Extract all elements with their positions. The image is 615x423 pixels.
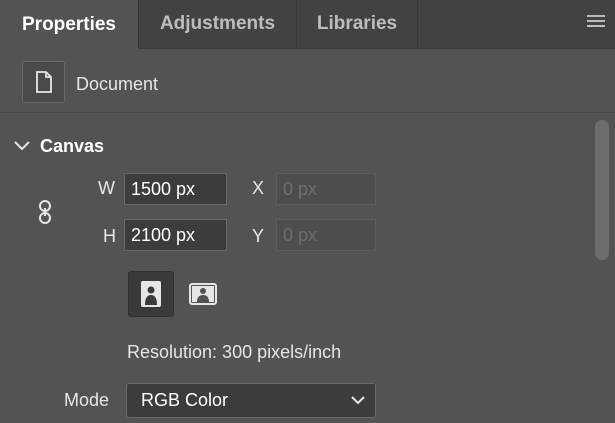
document-icon (35, 71, 52, 93)
mode-label: Mode (64, 390, 110, 410)
y-input[interactable]: 0 px (276, 219, 376, 251)
x-label: X (252, 178, 265, 198)
canvas-section-label: Canvas (40, 135, 105, 156)
tab-libraries[interactable]: Libraries (297, 0, 418, 48)
document-button[interactable] (22, 61, 65, 103)
document-label: Document (76, 74, 159, 94)
mode-select[interactable]: RGB Color (126, 383, 376, 418)
tab-properties[interactable]: Properties (0, 0, 139, 49)
panel-scrollbar-thumb[interactable] (595, 120, 609, 260)
height-label: H (103, 226, 116, 246)
width-label: W (98, 178, 115, 198)
width-input[interactable]: 1500 px (124, 173, 227, 205)
chevron-down-icon (351, 396, 365, 405)
link-chain-icon[interactable] (37, 199, 53, 225)
landscape-orientation-icon (189, 283, 217, 305)
height-input[interactable]: 2100 px (124, 219, 227, 251)
chevron-down-icon (14, 141, 30, 151)
mode-select-value: RGB Color (141, 390, 229, 410)
portrait-orientation-icon (141, 281, 161, 307)
y-label: Y (252, 226, 265, 246)
hamburger-menu-icon[interactable] (587, 15, 605, 31)
resolution-text: Resolution: 300 pixels/inch (127, 342, 342, 362)
tab-adjustments[interactable]: Adjustments (139, 0, 297, 48)
x-input[interactable]: 0 px (276, 173, 376, 205)
document-row: Document (0, 50, 615, 113)
panel-tab-bar: Properties Adjustments Libraries (0, 0, 615, 49)
landscape-orientation-button[interactable] (180, 271, 226, 317)
canvas-section-header[interactable]: Canvas (14, 134, 104, 158)
portrait-orientation-button[interactable] (128, 271, 174, 317)
